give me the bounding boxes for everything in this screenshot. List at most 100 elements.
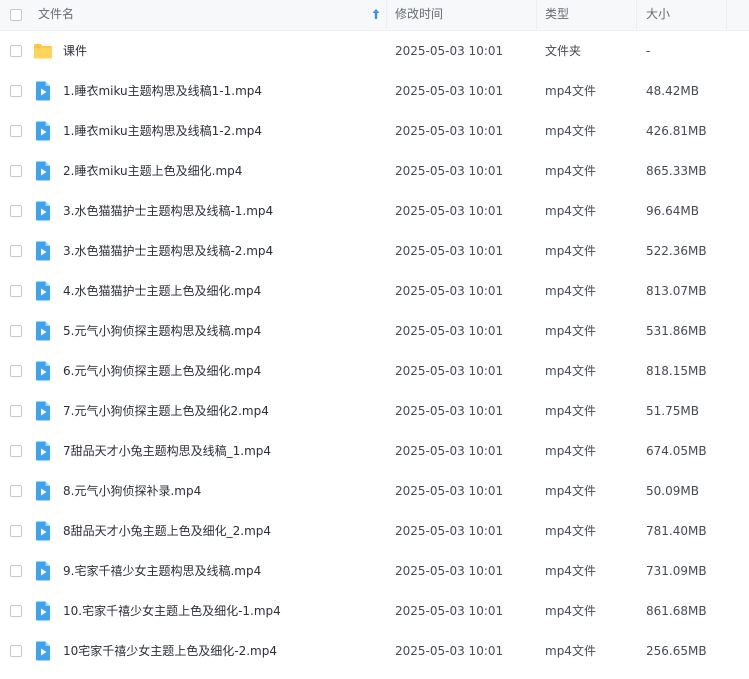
file-row[interactable]: 5.元气小狗侦探主题构思及线稿.mp4 2025-05-03 10:01 mp4文件…: [0, 311, 749, 351]
row-checkbox[interactable]: [10, 165, 22, 177]
row-checkbox[interactable]: [10, 85, 22, 97]
file-name-link[interactable]: 1.睡衣miku主题构思及线稿1-2.mp4: [63, 111, 262, 151]
select-all-checkbox[interactable]: [10, 9, 22, 21]
video-file-icon: [33, 361, 53, 381]
row-checkbox[interactable]: [10, 405, 22, 417]
file-row[interactable]: 4.水色猫猫护士主题上色及细化.mp4 2025-05-03 10:01 mp4文件…: [0, 271, 749, 311]
file-modified-date: 2025-05-03 10:01: [395, 484, 504, 498]
file-name-link[interactable]: 6.元气小狗侦探主题上色及细化.mp4: [63, 351, 261, 391]
file-modified-date: 2025-05-03 10:01: [395, 204, 504, 218]
file-modified-date: 2025-05-03 10:01: [395, 124, 504, 138]
file-row[interactable]: 6.元气小狗侦探主题上色及细化.mp4 2025-05-03 10:01 mp4文件…: [0, 351, 749, 391]
file-size: -: [646, 44, 651, 58]
file-name-link[interactable]: 课件: [63, 31, 87, 71]
file-type: mp4文件: [545, 324, 596, 338]
row-checkbox[interactable]: [10, 365, 22, 377]
file-row[interactable]: 2.睡衣miku主题上色及细化.mp4 2025-05-03 10:01 mp4文件…: [0, 151, 749, 191]
video-file-icon: [33, 121, 53, 141]
file-modified-date: 2025-05-03 10:01: [395, 324, 504, 338]
file-modified-date: 2025-05-03 10:01: [395, 564, 504, 578]
file-name-link[interactable]: 1.睡衣miku主题构思及线稿1-1.mp4: [63, 71, 262, 111]
file-list-table: 文件名 修改时间 类型 大小 课件 2025-05-03 10:01 文件夹 - 1.睡…: [0, 0, 749, 671]
file-size: 96.64MB: [646, 204, 699, 218]
file-size: 51.75MB: [646, 404, 699, 418]
file-modified-date: 2025-05-03 10:01: [395, 44, 504, 58]
file-type: 文件夹: [545, 44, 582, 58]
file-size: 50.09MB: [646, 484, 699, 498]
column-header-modified[interactable]: 修改时间: [395, 0, 535, 30]
file-name-link[interactable]: 5.元气小狗侦探主题构思及线稿.mp4: [63, 311, 261, 351]
file-type: mp4文件: [545, 164, 596, 178]
file-modified-date: 2025-05-03 10:01: [395, 644, 504, 658]
file-modified-date: 2025-05-03 10:01: [395, 164, 504, 178]
file-size: 813.07MB: [646, 284, 707, 298]
file-name-link[interactable]: 3.水色猫猫护士主题构思及线稿-2.mp4: [63, 231, 273, 271]
table-header: 文件名 修改时间 类型 大小: [0, 0, 749, 31]
row-checkbox[interactable]: [10, 525, 22, 537]
file-row[interactable]: 7甜品天才小兔主题构思及线稿_1.mp4 2025-05-03 10:01 mp4文…: [0, 431, 749, 471]
column-divider[interactable]: [726, 0, 727, 30]
file-row[interactable]: 10宅家千禧少女主题上色及细化-2.mp4 2025-05-03 10:01 mp4…: [0, 631, 749, 671]
file-type: mp4文件: [545, 644, 596, 658]
file-size: 731.09MB: [646, 564, 707, 578]
file-row[interactable]: 10.宅家千禧少女主题上色及细化-1.mp4 2025-05-03 10:01 mp…: [0, 591, 749, 631]
row-checkbox[interactable]: [10, 125, 22, 137]
file-row[interactable]: 9.宅家千禧少女主题构思及线稿.mp4 2025-05-03 10:01 mp4文件…: [0, 551, 749, 591]
column-header-type[interactable]: 类型: [545, 0, 635, 30]
video-file-icon: [33, 441, 53, 461]
row-checkbox[interactable]: [10, 605, 22, 617]
file-name-link[interactable]: 8.元气小狗侦探补录.mp4: [63, 471, 201, 511]
row-checkbox[interactable]: [10, 325, 22, 337]
file-name-link[interactable]: 8甜品天才小兔主题上色及细化_2.mp4: [63, 511, 271, 551]
video-file-icon: [33, 641, 53, 661]
row-checkbox[interactable]: [10, 565, 22, 577]
file-row[interactable]: 1.睡衣miku主题构思及线稿1-1.mp4 2025-05-03 10:01 mp…: [0, 71, 749, 111]
row-checkbox[interactable]: [10, 645, 22, 657]
file-size: 865.33MB: [646, 164, 707, 178]
file-name-link[interactable]: 10宅家千禧少女主题上色及细化-2.mp4: [63, 631, 277, 671]
column-divider[interactable]: [536, 0, 537, 30]
file-type: mp4文件: [545, 284, 596, 298]
file-modified-date: 2025-05-03 10:01: [395, 604, 504, 618]
row-checkbox[interactable]: [10, 485, 22, 497]
row-checkbox[interactable]: [10, 45, 22, 57]
video-file-icon: [33, 601, 53, 621]
file-type: mp4文件: [545, 364, 596, 378]
file-name-link[interactable]: 2.睡衣miku主题上色及细化.mp4: [63, 151, 242, 191]
file-type: mp4文件: [545, 124, 596, 138]
file-row[interactable]: 课件 2025-05-03 10:01 文件夹 -: [0, 31, 749, 71]
file-row[interactable]: 8.元气小狗侦探补录.mp4 2025-05-03 10:01 mp4文件 50.09…: [0, 471, 749, 511]
file-row[interactable]: 1.睡衣miku主题构思及线稿1-2.mp4 2025-05-03 10:01 mp…: [0, 111, 749, 151]
file-name-link[interactable]: 10.宅家千禧少女主题上色及细化-1.mp4: [63, 591, 281, 631]
video-file-icon: [33, 321, 53, 341]
file-name-link[interactable]: 3.水色猫猫护士主题构思及线稿-1.mp4: [63, 191, 273, 231]
file-type: mp4文件: [545, 204, 596, 218]
column-header-name[interactable]: 文件名: [38, 0, 386, 30]
file-modified-date: 2025-05-03 10:01: [395, 404, 504, 418]
file-size: 674.05MB: [646, 444, 707, 458]
file-type: mp4文件: [545, 244, 596, 258]
file-name-link[interactable]: 7甜品天才小兔主题构思及线稿_1.mp4: [63, 431, 271, 471]
row-checkbox[interactable]: [10, 285, 22, 297]
sort-ascending-icon[interactable]: [370, 0, 382, 30]
file-modified-date: 2025-05-03 10:01: [395, 84, 504, 98]
file-name-link[interactable]: 9.宅家千禧少女主题构思及线稿.mp4: [63, 551, 261, 591]
file-type: mp4文件: [545, 604, 596, 618]
column-divider[interactable]: [636, 0, 637, 30]
row-checkbox[interactable]: [10, 205, 22, 217]
file-name-link[interactable]: 4.水色猫猫护士主题上色及细化.mp4: [63, 271, 261, 311]
file-size: 522.36MB: [646, 244, 707, 258]
file-name-link[interactable]: 7.元气小狗侦探主题上色及细化2.mp4: [63, 391, 269, 431]
file-modified-date: 2025-05-03 10:01: [395, 244, 504, 258]
row-checkbox[interactable]: [10, 245, 22, 257]
file-size: 531.86MB: [646, 324, 707, 338]
video-file-icon: [33, 481, 53, 501]
file-row[interactable]: 3.水色猫猫护士主题构思及线稿-1.mp4 2025-05-03 10:01 mp4…: [0, 191, 749, 231]
file-row[interactable]: 8甜品天才小兔主题上色及细化_2.mp4 2025-05-03 10:01 mp4文…: [0, 511, 749, 551]
column-header-size[interactable]: 大小: [646, 0, 726, 30]
file-size: 818.15MB: [646, 364, 707, 378]
file-row[interactable]: 3.水色猫猫护士主题构思及线稿-2.mp4 2025-05-03 10:01 mp4…: [0, 231, 749, 271]
row-checkbox[interactable]: [10, 445, 22, 457]
file-row[interactable]: 7.元气小狗侦探主题上色及细化2.mp4 2025-05-03 10:01 mp4文…: [0, 391, 749, 431]
column-divider[interactable]: [386, 0, 387, 30]
